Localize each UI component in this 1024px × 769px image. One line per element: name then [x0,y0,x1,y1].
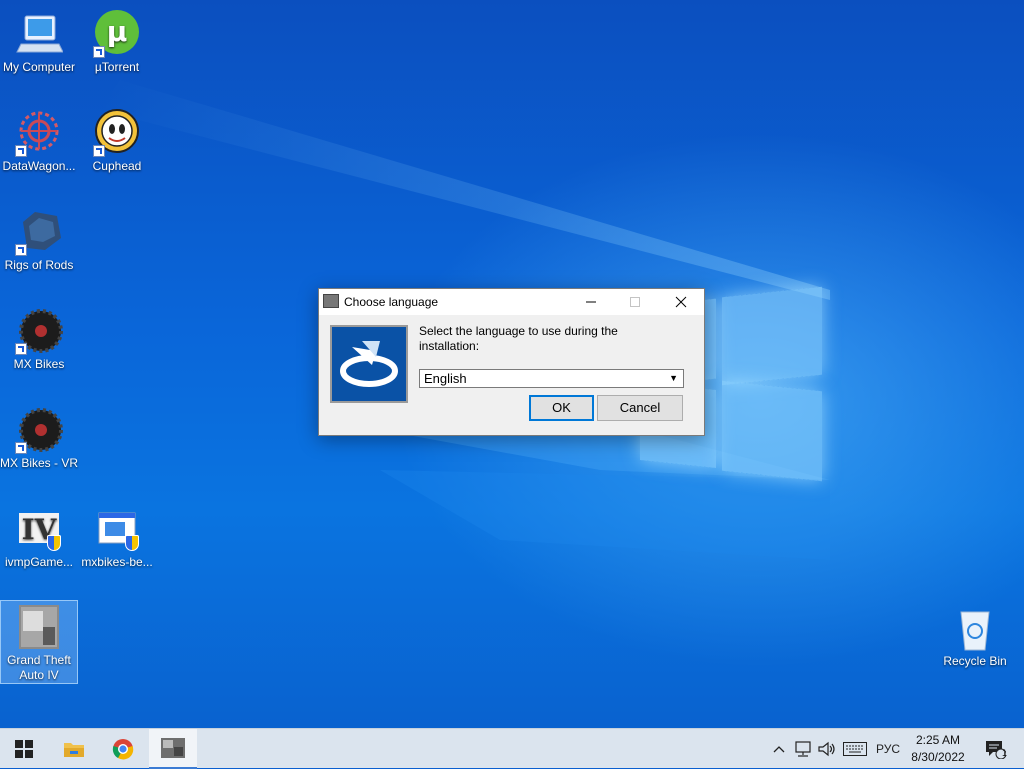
language-select[interactable]: English ▼ [419,369,684,388]
start-button[interactable] [0,729,48,769]
desktop-icon-ivmpgame[interactable]: IV ivmpGame... [0,503,78,570]
notification-count: 1 [1002,748,1008,758]
windows-start-icon [15,740,33,758]
desktop-icon-label: DataWagon... [2,159,76,173]
close-button[interactable] [658,289,704,315]
desktop-icon-recycle-bin[interactable]: Recycle Bin [936,602,1014,669]
recycle-bin-icon [951,604,999,652]
desktop-icon-label: mxbikes-be... [81,555,153,569]
input-language-button[interactable]: РУС [872,729,904,769]
gta-iv-cover-icon [15,603,63,651]
desktop-icon-datawagon[interactable]: DataWagon... [0,107,78,174]
clock-time: 2:25 AM [915,733,961,747]
action-center-button[interactable]: 1 [976,729,1014,769]
taskbar-file-explorer[interactable] [50,729,98,769]
mx-bikes-icon [15,307,63,355]
desktop-icon-label: MX Bikes - VR [0,456,79,470]
desktop-icon-cuphead[interactable]: Cuphead [78,107,156,174]
datawagon-icon [15,109,63,157]
desktop-icon-label: My Computer [2,60,76,74]
desktop-icon-mxbikes-beta[interactable]: mxbikes-be... [78,503,156,570]
shortcut-arrow-icon [15,343,27,355]
desktop-icon-rigs-of-rods[interactable]: Rigs of Rods [0,206,78,273]
svg-text:µ: µ [107,15,128,48]
desktop-icon-mx-bikes[interactable]: MX Bikes [0,305,78,372]
minimize-button[interactable] [568,289,614,315]
desktop-icon-gta-iv[interactable]: Grand Theft Auto IV [0,600,78,684]
shortcut-arrow-icon [15,244,27,256]
language-select-value: English [424,371,467,386]
dropdown-arrow-icon: ▼ [669,373,678,383]
clock-button[interactable]: 2:25 AM 8/30/2022 [905,732,971,766]
taskbar-gta-iv-setup[interactable] [149,729,197,769]
shortcut-arrow-icon [93,46,105,58]
chevron-up-icon [773,746,785,753]
desktop-icon-label: Rigs of Rods [4,258,74,272]
dialog-titlebar[interactable]: Choose language [319,289,704,315]
cancel-button[interactable]: Cancel [597,395,683,421]
clock-date: 8/30/2022 [911,750,965,764]
desktop-icon-utorrent[interactable]: µ µTorrent [78,8,156,75]
show-hidden-icons-button[interactable] [770,729,788,769]
network-icon [795,741,811,757]
network-tray-button[interactable] [792,729,814,769]
taskbar-chrome[interactable] [99,729,147,769]
volume-tray-button[interactable] [816,729,838,769]
shortcut-arrow-icon [15,442,27,454]
desktop-icon-label: Grand Theft Auto IV [7,653,71,682]
computer-icon [15,10,64,58]
gta-iv-setup-icon [161,738,185,758]
touch-keyboard-button[interactable] [842,729,868,769]
maximize-button-disabled [612,289,658,315]
taskbar: РУС 2:25 AM 8/30/2022 1 [0,728,1024,769]
windows-logo-pane-tr [722,286,822,386]
app-title-icon [323,294,339,308]
setup-logo-icon [330,325,408,403]
windows-logo-pane-br [722,380,822,482]
shortcut-arrow-icon [93,145,105,157]
desktop-icon-label: ivmpGame... [4,555,73,569]
desktop-icon-my-computer[interactable]: My Computer [0,8,78,75]
file-explorer-icon [64,743,84,757]
chrome-icon [112,739,134,760]
speaker-icon [818,741,835,757]
utorrent-icon: µ [93,10,141,58]
ok-button[interactable]: OK [529,395,594,421]
choose-language-dialog: Choose language Select the language to u… [318,288,705,436]
close-icon [675,296,687,308]
mx-bikes-vr-icon [15,406,63,454]
rigs-of-rods-icon [15,208,63,256]
uac-shield-icon [125,535,139,551]
language-prompt: Select the language to use during the in… [419,324,618,353]
desktop-icon-label: Cuphead [92,159,142,173]
installer-window-icon [93,505,141,553]
cuphead-icon [93,109,141,157]
desktop-icon-mx-bikes-vr[interactable]: MX Bikes - VR [0,404,78,471]
dialog-title: Choose language [344,295,439,309]
shortcut-arrow-icon [15,145,27,157]
keyboard-icon [843,742,867,756]
uac-shield-icon [47,535,61,551]
desktop-icon-label: Recycle Bin [943,654,1007,668]
gta-iv-logo-icon: IV [15,505,63,553]
desktop-icon-label: MX Bikes [13,357,65,371]
desktop-icon-label: µTorrent [94,60,140,74]
